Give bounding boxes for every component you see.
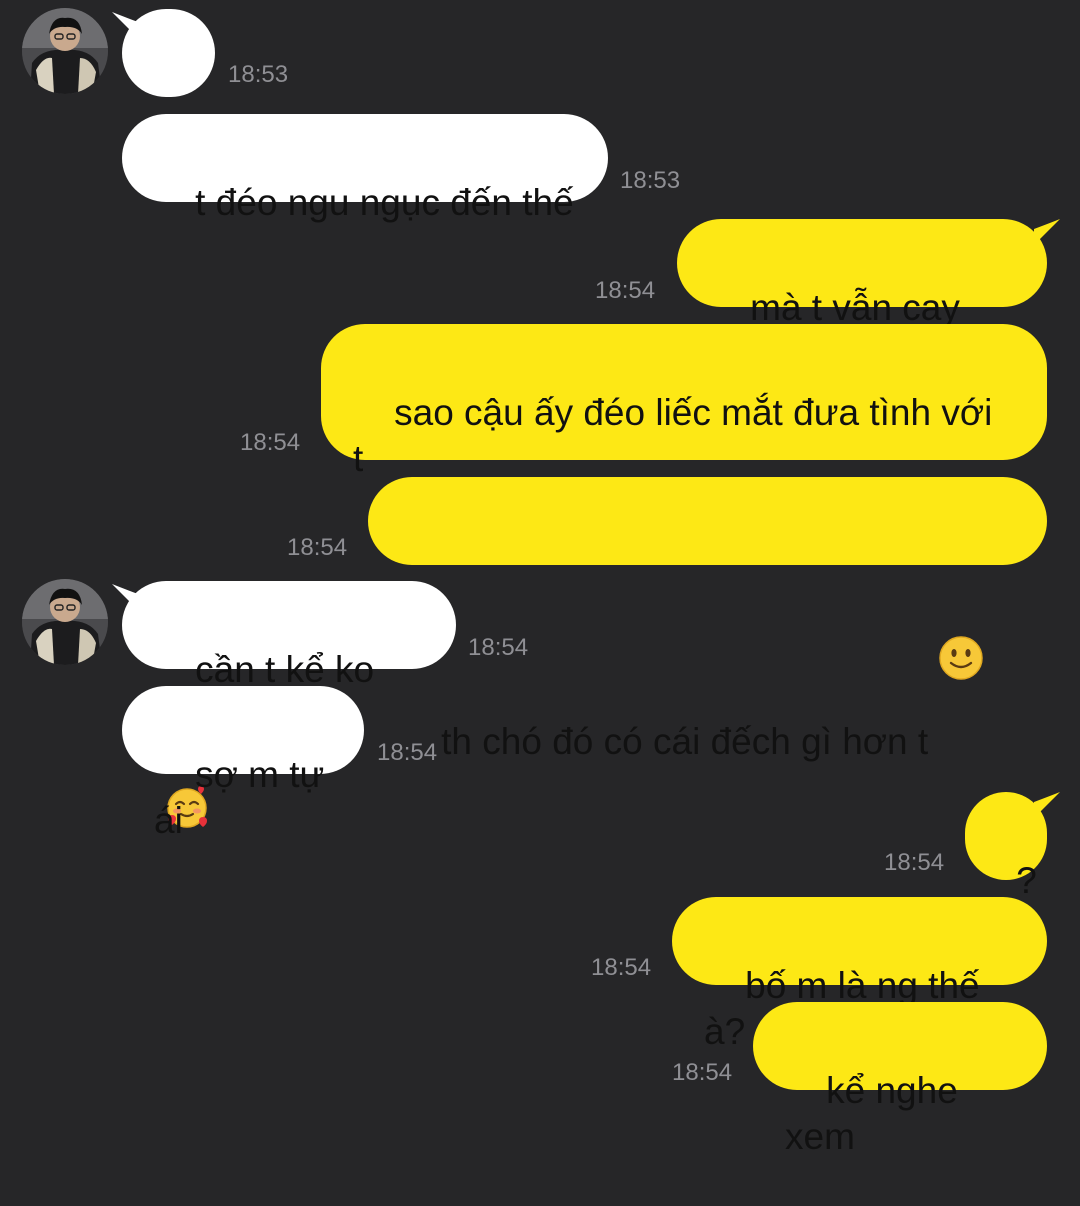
message-text: sợ m tự ái <box>154 754 335 841</box>
incoming-message[interactable]: sợ m tự ái <box>122 686 364 841</box>
incoming-message[interactable]: t đéo ngu ngục đến thế <box>122 114 608 223</box>
message-text: t đéo ngu ngục đến thế <box>195 182 574 223</box>
message-time: 18:54 <box>884 849 945 876</box>
message-text: ? <box>1016 860 1037 901</box>
chat-thread: cl 18:53 t đéo ngu ngục đến thế 18:53 18… <box>0 0 1080 1157</box>
message-time: 18:53 <box>228 61 289 88</box>
message-time: 18:54 <box>591 954 652 981</box>
message-time: 18:53 <box>620 167 681 194</box>
avatar-photo-icon <box>22 579 108 665</box>
message-time: 18:54 <box>287 534 348 561</box>
message-text: cần t kể ko <box>195 649 375 690</box>
outgoing-message[interactable]: th chó đó có cái đếch gì hơn t <box>368 477 1047 762</box>
contact-avatar[interactable] <box>22 579 108 665</box>
incoming-message[interactable]: cl <box>122 9 215 164</box>
outgoing-message[interactable]: bố m là ng thế à? <box>672 897 1047 1052</box>
contact-avatar[interactable] <box>22 8 108 94</box>
message-time: 18:54 <box>468 634 529 661</box>
message-time: 18:54 <box>672 1059 733 1086</box>
message-text: th chó đó có cái đếch gì hơn t <box>441 721 929 762</box>
incoming-message[interactable]: cần t kể ko <box>122 581 456 828</box>
message-time: 18:54 <box>240 429 301 456</box>
slightly-smiling-face-emoji <box>938 543 984 680</box>
outgoing-message[interactable]: kể nghe xem <box>753 1002 1047 1157</box>
message-time: 18:54 <box>595 277 656 304</box>
outgoing-message[interactable]: mà t vẫn cay nhé <box>677 219 1047 374</box>
message-text: sao cậu ấy đéo liếc mắt đưa tình với t <box>353 392 993 479</box>
avatar-photo-icon <box>22 8 108 94</box>
outgoing-message[interactable]: sao cậu ấy đéo liếc mắt đưa tình với t <box>321 324 1047 479</box>
message-time: 18:54 <box>377 739 438 766</box>
message-text: kể nghe xem <box>785 1070 969 1157</box>
